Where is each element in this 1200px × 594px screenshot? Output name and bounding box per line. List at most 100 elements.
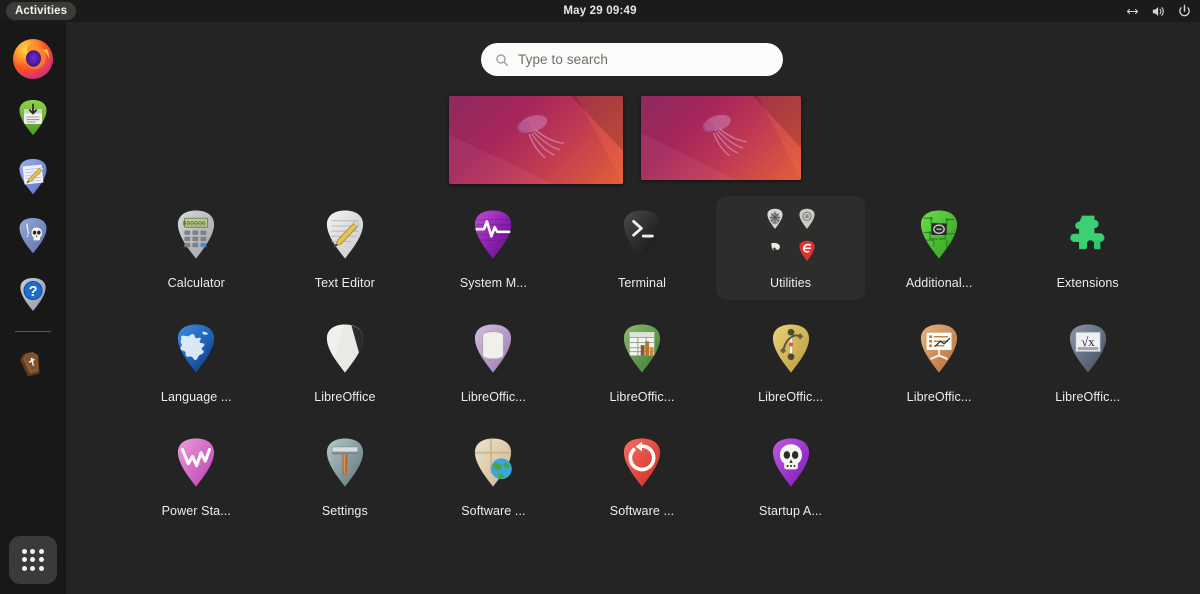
libreoffice-icon [314,318,376,380]
app-calculator[interactable]: 000000 Calculator [122,196,271,300]
extensions-icon [1057,204,1119,266]
software-updates-icon [462,432,524,494]
calculator-icon: 000000 [165,204,227,266]
network-vpn-icon[interactable] [1125,4,1140,19]
app-label: LibreOffic... [907,390,972,404]
clock-label[interactable]: May 29 09:49 [563,5,636,17]
app-label: LibreOffic... [610,390,675,404]
grid-dot [39,549,44,554]
grid-dot [30,566,35,571]
dock: ? [0,22,66,594]
help-icon: ? [9,271,57,319]
dock-item-help[interactable]: ? [9,271,57,319]
settings-icon [314,432,376,494]
app-language-support[interactable]: Language ... [122,310,271,414]
app-text-editor[interactable]: Text Editor [271,196,420,300]
workspace-thumbnail-1[interactable] [449,96,623,184]
text-editor-icon [9,153,57,201]
app-software-updater[interactable]: Software ... [568,424,717,528]
power-icon[interactable] [1177,4,1192,19]
search-placeholder: Type to search [518,52,608,67]
folder-preview [760,204,822,266]
app-label: Startup A... [759,504,822,518]
app-label: Calculator [168,276,225,290]
app-label: Software ... [610,504,674,518]
app-label: Power Sta... [162,504,231,518]
app-libreoffice-calc[interactable]: LibreOffic... [568,310,717,414]
libreoffice-impress-icon [908,318,970,380]
app-libreoffice-math[interactable]: √x LibreOffic... [1013,310,1162,414]
app-libreoffice[interactable]: LibreOffice [271,310,420,414]
libreoffice-math-icon: √x [1057,318,1119,380]
app-label: LibreOffic... [461,390,526,404]
top-bar: Activities May 29 09:49 [0,0,1200,22]
app-additional-drivers[interactable]: Additional... [865,196,1014,300]
trash-coffin-icon [9,340,57,388]
dock-item-trash[interactable] [9,340,57,388]
power-statistics-icon [165,432,227,494]
libreoffice-calc-icon [611,318,673,380]
show-applications-button[interactable] [9,536,57,584]
activities-button[interactable]: Activities [6,2,76,20]
grid-dot [39,557,44,562]
app-libreoffice-draw[interactable]: LibreOffic... [716,310,865,414]
app-extensions[interactable]: Extensions [1013,196,1162,300]
folder-label: Utilities [770,276,811,290]
workspace-thumbnails [449,96,801,184]
app-label: Terminal [618,276,666,290]
grid-dot [22,557,27,562]
software-updater-icon [611,432,673,494]
libreoffice-base-icon [462,318,524,380]
grid-dot [22,566,27,571]
app-folder-utilities[interactable]: Utilities [716,196,865,300]
libreoffice-draw-icon [760,318,822,380]
app-startup-applications[interactable]: Startup A... [716,424,865,528]
app-label: Additional... [906,276,973,290]
app-label: LibreOffice [314,390,375,404]
app-settings[interactable]: Settings [271,424,420,528]
text-editor-icon [314,204,376,266]
app-label: Language ... [161,390,232,404]
dock-item-system-monitor[interactable] [9,212,57,260]
grid-dot [22,549,27,554]
system-monitor-icon [9,212,57,260]
grid-dot [39,566,44,571]
dock-separator [15,331,51,332]
grid-dot [30,549,35,554]
grid-dot [30,557,35,562]
system-status-menu[interactable] [1125,0,1192,22]
gnome-overview-screen: Activities May 29 09:49 [0,0,1200,594]
mini-icon-help [794,238,820,264]
workspace-thumbnail-2[interactable] [641,96,801,180]
app-label: LibreOffic... [1055,390,1120,404]
dock-item-text-editor[interactable] [9,153,57,201]
search-input[interactable]: Type to search [481,43,783,76]
app-terminal[interactable]: Terminal [568,196,717,300]
app-libreoffice-base[interactable]: LibreOffic... [419,310,568,414]
clock: May 29 09:49 [0,0,1200,22]
app-software-and-updates[interactable]: Software ... [419,424,568,528]
svg-text:?: ? [29,284,38,300]
app-label: Settings [322,504,368,518]
app-system-monitor[interactable]: System M... [419,196,568,300]
app-label: Software ... [461,504,525,518]
system-monitor-icon [462,204,524,266]
search-icon [495,53,509,67]
app-grid: 000000 Calculator [122,196,1162,528]
jellyfish-graphic [679,108,769,170]
app-label: LibreOffic... [758,390,823,404]
mini-icon-disks [762,206,788,232]
software-install-icon [9,94,57,142]
volume-icon[interactable] [1151,4,1166,19]
app-label: Text Editor [315,276,375,290]
jellyfish-graphic [491,108,588,173]
terminal-icon [611,204,673,266]
app-power-statistics[interactable]: Power Sta... [122,424,271,528]
app-label: Extensions [1057,276,1119,290]
svg-text:√x: √x [1081,334,1095,349]
drivers-icon [908,204,970,266]
app-libreoffice-impress[interactable]: LibreOffic... [865,310,1014,414]
dock-item-firefox[interactable] [9,35,57,83]
dock-item-software-install[interactable] [9,94,57,142]
firefox-icon [9,35,57,83]
